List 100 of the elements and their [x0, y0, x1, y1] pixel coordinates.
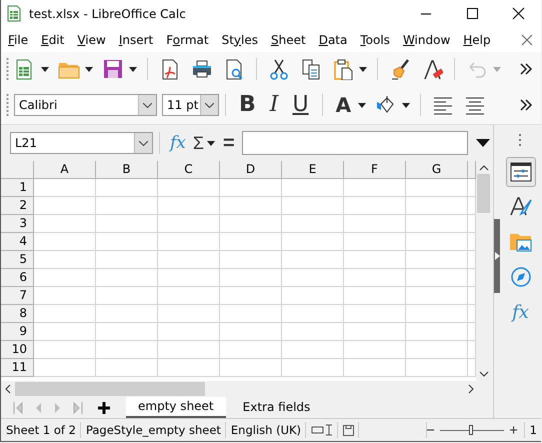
font-name-field[interactable]: Calibri [14, 94, 157, 116]
select-all-corner[interactable] [1, 161, 34, 179]
grid-cell[interactable] [34, 179, 96, 197]
grid-cell[interactable] [220, 215, 282, 233]
scrollbar-thumb[interactable] [477, 174, 490, 213]
grid-cell[interactable] [406, 251, 468, 269]
column-header[interactable]: C [158, 161, 220, 179]
formula-button[interactable]: = [219, 132, 239, 154]
row-header[interactable]: 5 [1, 251, 34, 269]
grid-cell[interactable] [96, 359, 158, 377]
scroll-down-icon[interactable] [478, 371, 488, 377]
grid-cell[interactable] [344, 233, 406, 251]
menu-item[interactable]: Sheet [270, 32, 306, 46]
grid-cell[interactable] [282, 305, 344, 323]
menu-item[interactable]: Help [463, 32, 491, 46]
grid-cell[interactable] [34, 215, 96, 233]
scroll-up-icon[interactable] [478, 165, 488, 171]
dropdown-arrow-icon[interactable] [85, 66, 93, 72]
dropdown-arrow-icon[interactable] [207, 140, 216, 146]
grid-cell[interactable] [96, 269, 158, 287]
bold-button[interactable]: B [239, 93, 256, 117]
last-sheet-icon[interactable] [73, 402, 83, 414]
grid-cell[interactable] [220, 251, 282, 269]
grid-cell[interactable] [158, 215, 220, 233]
grid-cell[interactable] [220, 305, 282, 323]
grid-cell[interactable] [96, 305, 158, 323]
scissors-icon[interactable] [268, 58, 290, 80]
scroll-left-icon[interactable] [5, 384, 11, 394]
first-sheet-icon[interactable] [13, 402, 23, 414]
sheet-tab[interactable]: Extra fields [230, 398, 322, 417]
grid-cell[interactable] [158, 269, 220, 287]
printer-icon[interactable] [191, 58, 213, 80]
grid-cell[interactable] [158, 251, 220, 269]
column-header[interactable]: B [96, 161, 158, 179]
menu-item[interactable]: File [8, 32, 28, 46]
row-header[interactable]: 6 [1, 269, 34, 287]
row-header[interactable]: 2 [1, 197, 34, 215]
language[interactable]: English (UK) [226, 422, 306, 438]
brush-icon[interactable] [389, 58, 411, 80]
menu-item[interactable]: Data [318, 32, 348, 46]
dropdown-arrow-icon[interactable] [402, 102, 410, 108]
grid-cell[interactable] [406, 215, 468, 233]
next-sheet-icon[interactable] [53, 402, 63, 414]
grid-cell[interactable] [406, 305, 468, 323]
sheet-tab[interactable]: empty sheet [126, 397, 226, 418]
selection-mode-icon[interactable] [311, 424, 334, 436]
grid-cell[interactable] [34, 323, 96, 341]
grid-cell[interactable] [282, 359, 344, 377]
column-header[interactable]: F [344, 161, 406, 179]
clipboard-icon[interactable] [332, 58, 354, 80]
column-header[interactable]: E [282, 161, 344, 179]
grid-cell[interactable] [282, 287, 344, 305]
zoom-percentage[interactable]: 1 [524, 422, 541, 438]
font-size-field[interactable]: 11 pt [162, 94, 219, 116]
row-header[interactable]: 3 [1, 215, 34, 233]
grid-cell[interactable] [34, 233, 96, 251]
grid-cell[interactable] [34, 197, 96, 215]
dropdown-arrow-icon[interactable] [41, 66, 49, 72]
grid-cell[interactable] [96, 323, 158, 341]
grid-cell[interactable] [344, 179, 406, 197]
name-box[interactable]: L21 [10, 132, 153, 154]
grid-cell[interactable] [34, 269, 96, 287]
row-header[interactable]: 7 [1, 287, 34, 305]
grid-cell[interactable] [282, 323, 344, 341]
grid-cell[interactable] [34, 305, 96, 323]
dropdown-arrow-icon[interactable] [358, 102, 366, 108]
grid-cell[interactable] [220, 179, 282, 197]
slider-thumb[interactable] [469, 424, 474, 434]
grid-cell[interactable] [344, 305, 406, 323]
grid-cell[interactable] [344, 197, 406, 215]
row-header[interactable]: 4 [1, 233, 34, 251]
column-header[interactable]: D [220, 161, 282, 179]
menu-item[interactable]: Styles [222, 32, 258, 46]
grid-cell[interactable] [158, 305, 220, 323]
dropdown-arrow-icon[interactable] [359, 66, 367, 72]
menu-item[interactable]: View [77, 32, 106, 46]
italic-button[interactable]: I [270, 93, 278, 117]
grid-cell[interactable] [344, 269, 406, 287]
row-header[interactable]: 10 [1, 341, 34, 359]
overflow-chevron-icon[interactable] [519, 63, 533, 75]
copy-icon[interactable] [300, 58, 322, 80]
grid-cell[interactable] [282, 233, 344, 251]
grid-cell[interactable] [158, 197, 220, 215]
grid-cell[interactable] [158, 323, 220, 341]
grid-cell[interactable] [406, 269, 468, 287]
more-options-icon[interactable] [518, 133, 522, 147]
grid-cell[interactable] [96, 179, 158, 197]
grid-cell[interactable] [34, 359, 96, 377]
grid-cell[interactable] [96, 197, 158, 215]
scrollbar-thumb[interactable] [15, 382, 205, 396]
grid-cell[interactable] [282, 269, 344, 287]
grid-cell[interactable] [96, 251, 158, 269]
row-header[interactable]: 1 [1, 179, 34, 197]
grid-cell[interactable] [344, 359, 406, 377]
grid-cell[interactable] [406, 287, 468, 305]
save-status-icon[interactable] [343, 424, 354, 436]
overflow-chevron-icon[interactable] [519, 99, 533, 111]
grid-cell[interactable] [158, 341, 220, 359]
sidebar-button[interactable] [506, 157, 536, 187]
underline-button[interactable]: U [292, 93, 309, 117]
